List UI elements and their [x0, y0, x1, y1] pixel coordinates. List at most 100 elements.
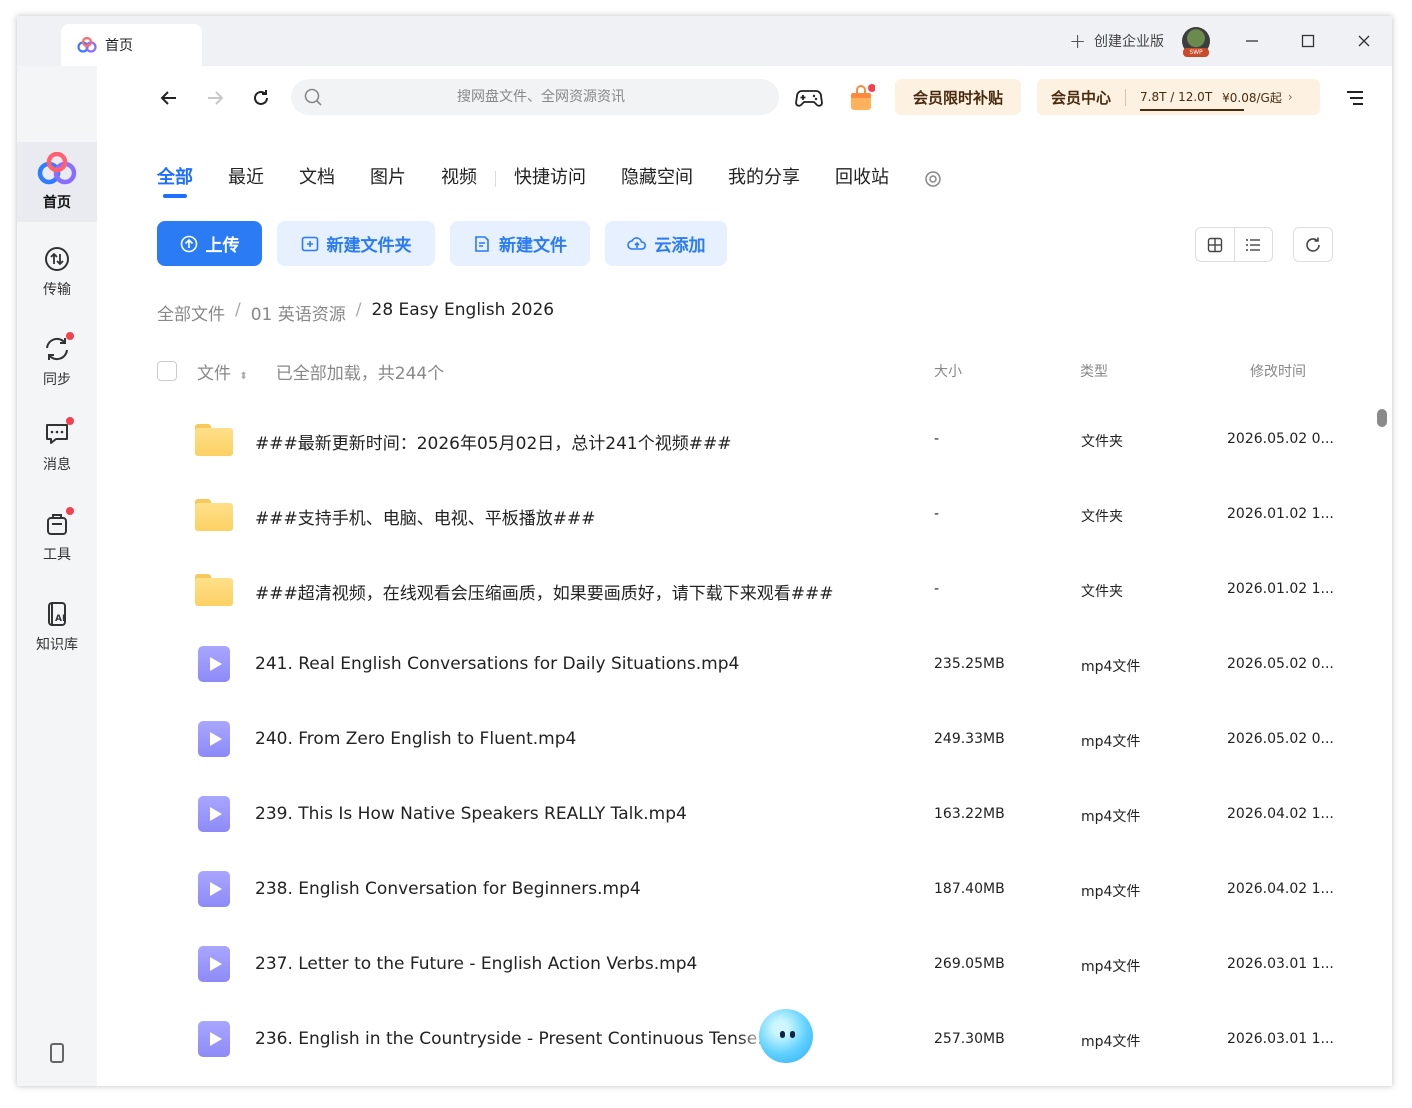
- column-header-name: 文件: [197, 363, 231, 384]
- assistant-bot-button[interactable]: [759, 1009, 813, 1063]
- phone-icon[interactable]: [50, 1043, 64, 1063]
- target-icon: [925, 171, 941, 187]
- file-name[interactable]: ###超清视频，在线观看会压缩画质，如果要画质好，请下载下来观看###: [255, 579, 833, 604]
- file-name[interactable]: 239. This Is How Native Speakers REALLY …: [255, 804, 687, 824]
- close-window-button[interactable]: [1336, 16, 1392, 66]
- tab-images[interactable]: 图片: [370, 166, 406, 200]
- scrollbar-thumb[interactable]: [1377, 409, 1387, 427]
- file-name[interactable]: 241. Real English Conversations for Dail…: [255, 654, 739, 674]
- new-folder-label: 新建文件夹: [326, 236, 412, 256]
- file-size: 249.33MB: [934, 731, 1005, 747]
- select-all-checkbox[interactable]: [157, 361, 177, 381]
- new-folder-button[interactable]: 新建文件夹: [277, 221, 435, 266]
- table-row[interactable]: 238. English Conversation for Beginners.…: [157, 853, 1337, 928]
- file-type-icon: [195, 796, 233, 834]
- breadcrumb-item-parent[interactable]: 01 英语资源: [251, 300, 346, 325]
- tab-home[interactable]: 首页: [61, 24, 202, 66]
- back-button[interactable]: [155, 84, 183, 112]
- file-name[interactable]: 240. From Zero English to Fluent.mp4: [255, 729, 576, 749]
- tab-recent[interactable]: 最近: [228, 166, 264, 200]
- file-name[interactable]: 237. Letter to the Future - English Acti…: [255, 954, 697, 974]
- game-button[interactable]: [795, 84, 823, 112]
- forward-button[interactable]: [201, 84, 229, 112]
- table-row[interactable]: ###最新更新时间：2026年05月02日，总计241个视频### - 文件夹 202…: [157, 403, 1337, 478]
- search-input[interactable]: [323, 89, 779, 105]
- table-row[interactable]: ###支持手机、电脑、电视、平板播放### - 文件夹 2026.01.02 1...: [157, 478, 1337, 553]
- file-modified-time: 2026.05.02 0...: [1227, 731, 1334, 747]
- tab-divider: [495, 171, 496, 187]
- avatar[interactable]: SWP: [1182, 27, 1210, 57]
- promo-subsidy-button[interactable]: 会员限时补贴: [895, 79, 1021, 115]
- tab-recycle-bin[interactable]: 回收站: [835, 166, 889, 200]
- sync-icon: [43, 332, 74, 363]
- breadcrumb: 全部文件 / 01 英语资源 / 28 Easy English 2026: [157, 300, 554, 325]
- file-type: mp4文件: [1081, 1034, 1141, 1050]
- column-header-type[interactable]: 类型: [1080, 361, 1108, 381]
- tab-quick-access[interactable]: 快捷访问: [514, 166, 586, 200]
- gift-button[interactable]: [847, 84, 875, 112]
- file-modified-time: 2026.03.01 1...: [1227, 956, 1334, 972]
- avatar-tag: SWP: [1183, 48, 1209, 57]
- reload-button[interactable]: [247, 84, 275, 112]
- new-file-button[interactable]: 新建文件: [450, 221, 590, 266]
- sidebar-item-transfer[interactable]: 传输: [17, 232, 97, 312]
- menu-button[interactable]: [1341, 84, 1369, 112]
- maximize-button[interactable]: [1280, 16, 1336, 66]
- cloud-add-button[interactable]: 云添加: [605, 221, 727, 266]
- file-list: ###最新更新时间：2026年05月02日，总计241个视频### - 文件夹 202…: [157, 403, 1337, 1078]
- table-row[interactable]: 236. English in the Countryside - Presen…: [157, 1003, 1337, 1078]
- file-type: mp4文件: [1081, 959, 1141, 975]
- file-size: 187.40MB: [934, 881, 1005, 897]
- sidebar-item-messages[interactable]: 消息: [17, 407, 97, 487]
- vip-center-button[interactable]: 会员中心 7.8T / 12.0T ¥0.08/G起 ›: [1037, 79, 1320, 115]
- cloud-upload-icon: [626, 236, 646, 250]
- table-row[interactable]: 239. This Is How Native Speakers REALLY …: [157, 778, 1337, 853]
- tab-settings-button[interactable]: [924, 166, 942, 200]
- upload-label: 上传: [205, 236, 240, 256]
- table-row[interactable]: 237. Letter to the Future - English Acti…: [157, 928, 1337, 1003]
- grid-view-button[interactable]: [1196, 228, 1235, 261]
- file-modified-time: 2026.04.02 1...: [1227, 881, 1334, 897]
- tab-hidden-space[interactable]: 隐藏空间: [621, 166, 693, 200]
- file-name[interactable]: 236. English in the Countryside - Presen…: [255, 1029, 763, 1049]
- create-enterprise-button[interactable]: + 创建企业版: [1069, 29, 1164, 53]
- sidebar-item-tools[interactable]: 工具: [17, 497, 97, 577]
- transfer-icon: [43, 245, 71, 273]
- refresh-button[interactable]: [1293, 227, 1333, 262]
- tab-documents[interactable]: 文档: [299, 166, 335, 200]
- table-row[interactable]: 240. From Zero English to Fluent.mp4 249.…: [157, 703, 1337, 778]
- sort-icon: ⬍: [239, 370, 248, 382]
- sidebar-item-sync[interactable]: 同步: [17, 322, 97, 402]
- minimize-button[interactable]: [1224, 16, 1280, 66]
- sort-by-name[interactable]: 文件 ⬍: [197, 359, 248, 384]
- file-type: mp4文件: [1081, 734, 1141, 750]
- file-size: 269.05MB: [934, 956, 1005, 972]
- notification-dot: [66, 417, 74, 425]
- table-row[interactable]: ###超清视频，在线观看会压缩画质，如果要画质好，请下载下来观看### - 文件夹 2…: [157, 553, 1337, 628]
- tab-videos[interactable]: 视频: [441, 166, 477, 200]
- folder-icon: [195, 574, 233, 606]
- upload-button[interactable]: 上传: [157, 221, 262, 266]
- file-type: 文件夹: [1081, 509, 1123, 525]
- file-name[interactable]: ###支持手机、电脑、电视、平板播放###: [255, 504, 595, 529]
- chevron-right-icon: ›: [1287, 90, 1293, 104]
- bot-eye: [790, 1031, 795, 1038]
- column-header-modified[interactable]: 修改时间: [1250, 361, 1306, 381]
- sidebar-item-home[interactable]: 首页: [17, 142, 97, 222]
- breadcrumb-item-root[interactable]: 全部文件: [157, 300, 225, 325]
- file-name[interactable]: ###最新更新时间：2026年05月02日，总计241个视频###: [255, 429, 731, 454]
- file-type-icon: [195, 871, 233, 909]
- search-bar[interactable]: [291, 79, 779, 115]
- file-name[interactable]: 238. English Conversation for Beginners.…: [255, 879, 641, 899]
- file-size: -: [934, 506, 940, 522]
- tab-my-shares[interactable]: 我的分享: [728, 166, 800, 200]
- file-type-icon: [195, 946, 233, 984]
- column-header-size[interactable]: 大小: [934, 361, 962, 381]
- sidebar-item-knowledge[interactable]: AI 知识库: [17, 587, 97, 667]
- list-view-button[interactable]: [1235, 228, 1273, 261]
- tab-all[interactable]: 全部: [157, 166, 193, 200]
- video-file-icon: [198, 721, 230, 757]
- table-row[interactable]: 241. Real English Conversations for Dail…: [157, 628, 1337, 703]
- vip-label: 会员中心: [1051, 88, 1112, 107]
- file-type-icon: [195, 421, 233, 459]
